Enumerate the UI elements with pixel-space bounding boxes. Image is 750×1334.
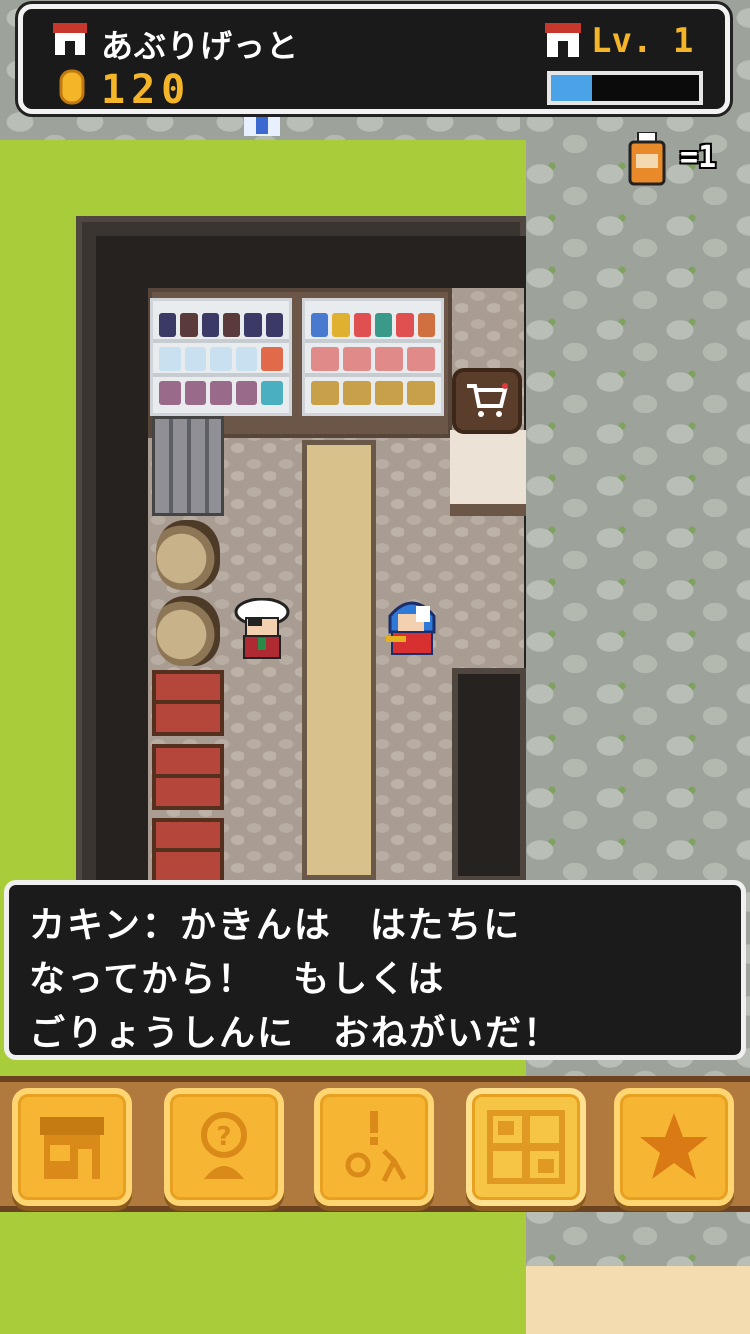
shop-building-icon bbox=[40, 1117, 104, 1179]
question-scroll-icon: ? bbox=[201, 1112, 247, 1179]
item-shelf-right[interactable] bbox=[302, 298, 444, 416]
shop-side-wall bbox=[452, 668, 526, 882]
experience-bar bbox=[547, 71, 703, 105]
shop-cart-sign[interactable] bbox=[452, 368, 522, 434]
dialog-box[interactable]: カキン：かきんは はたちに なってから！ もしくは ごりょうしんに おねがいだ！ bbox=[4, 880, 746, 1060]
shopping-cart-icon bbox=[467, 383, 508, 417]
treasure-chest[interactable] bbox=[152, 744, 224, 810]
treasure-chest[interactable] bbox=[152, 818, 224, 884]
favorites-menu-button[interactable] bbox=[614, 1088, 734, 1206]
town-menu-button[interactable] bbox=[466, 1088, 586, 1206]
clay-pot[interactable] bbox=[156, 520, 220, 590]
potion-bottle-icon[interactable] bbox=[628, 132, 666, 186]
shop-menu-button[interactable] bbox=[12, 1088, 132, 1206]
hero-sprite[interactable] bbox=[384, 596, 440, 660]
quest-menu-button[interactable]: ? bbox=[164, 1088, 284, 1206]
clay-pot[interactable] bbox=[156, 596, 220, 666]
shop-entrance-ledge bbox=[450, 430, 526, 516]
shopkeeper-sprite[interactable] bbox=[234, 598, 290, 662]
coin-count: 120 bbox=[101, 67, 192, 113]
experience-bar-fill bbox=[551, 75, 593, 101]
shop-counter bbox=[302, 440, 376, 880]
event-menu-button[interactable] bbox=[314, 1088, 434, 1206]
treasure-chest[interactable] bbox=[152, 670, 224, 736]
alert-quest-icon bbox=[345, 1111, 407, 1183]
shop-level-icon bbox=[545, 23, 581, 57]
town-map-icon bbox=[487, 1110, 565, 1184]
potion-count: =1 bbox=[680, 140, 717, 175]
star-icon bbox=[640, 1113, 708, 1179]
player-name: あぶりげっと bbox=[101, 27, 300, 65]
dialog-text: カキン：かきんは はたちに なってから！ もしくは ごりょうしんに おねがいだ！ bbox=[29, 905, 562, 1054]
coin-icon bbox=[59, 69, 85, 105]
svg-text:?: ? bbox=[216, 1122, 231, 1152]
staircase[interactable] bbox=[152, 416, 224, 516]
shop-level: Lv. 1 bbox=[591, 21, 694, 61]
item-shelf-left[interactable] bbox=[150, 298, 292, 416]
sand-patch bbox=[526, 1266, 750, 1334]
player-status-panel[interactable]: あぶりげっと 120 Lv. 1 bbox=[18, 4, 730, 114]
potion-count-value: 1 bbox=[698, 140, 717, 175]
shop-building-icon bbox=[53, 23, 87, 55]
